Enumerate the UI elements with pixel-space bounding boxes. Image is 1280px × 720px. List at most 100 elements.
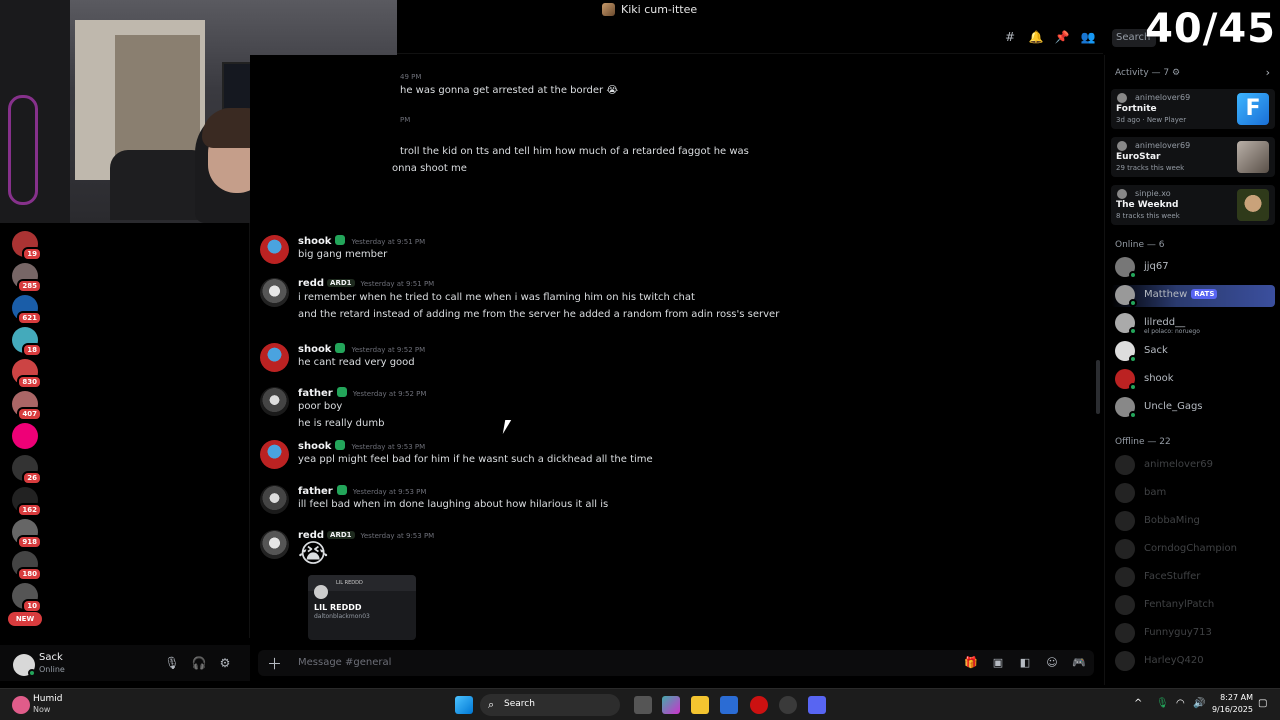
server-icon[interactable]: 162: [12, 487, 42, 517]
user-avatar-icon: [1117, 141, 1127, 151]
avatar[interactable]: [260, 343, 289, 372]
volume-icon[interactable]: 🔊: [1193, 698, 1205, 709]
chevron-right-icon[interactable]: ›: [1266, 66, 1270, 79]
message-author[interactable]: father: [298, 388, 333, 399]
offline-header: Offline — 22: [1115, 437, 1171, 447]
steam-icon[interactable]: [779, 696, 797, 714]
server-icon[interactable]: 26: [12, 455, 42, 485]
activity-card[interactable]: sinpie.xo The Weeknd 8 tracks this week: [1111, 185, 1275, 225]
member-name: FaceStuffer: [1144, 571, 1201, 582]
server-icon[interactable]: 285: [12, 263, 42, 293]
scrollbar[interactable]: [1096, 360, 1100, 414]
avatar: [1115, 623, 1135, 643]
member-name: FentanylPatch: [1144, 599, 1215, 610]
server-icon[interactable]: 10: [12, 583, 42, 613]
avatar[interactable]: [260, 235, 289, 264]
image-attachment[interactable]: LIL REDDD LIL REDDD daltonblackmon03: [308, 575, 416, 640]
message-author[interactable]: redd: [298, 278, 324, 289]
store-icon[interactable]: [720, 696, 738, 714]
server-icon[interactable]: [12, 423, 38, 449]
member-item[interactable]: shook: [1115, 369, 1275, 391]
gif-icon[interactable]: ▣: [991, 656, 1005, 670]
new-pill[interactable]: NEW: [8, 612, 42, 626]
server-icon[interactable]: 830: [12, 359, 42, 389]
server-icon[interactable]: 621: [12, 295, 42, 325]
member-item[interactable]: CorndogChampion: [1115, 539, 1275, 561]
threads-icon[interactable]: #: [1003, 30, 1017, 44]
gear-icon[interactable]: ⚙: [217, 656, 233, 672]
member-name: CorndogChampion: [1144, 543, 1237, 554]
member-item[interactable]: lilredd__ el polaco: noruego: [1115, 313, 1275, 335]
member-item[interactable]: bam: [1115, 483, 1275, 505]
avatar: [314, 585, 328, 599]
activity-card[interactable]: animelover69 EuroStar 29 tracks this week: [1111, 137, 1275, 177]
taskbar-search[interactable]: ⌕ Search: [480, 694, 620, 716]
message-text: onna shoot me: [392, 163, 467, 174]
notifications-icon[interactable]: ▢: [1258, 698, 1267, 709]
pin-icon[interactable]: 📌: [1055, 30, 1070, 44]
wifi-icon[interactable]: ◠: [1176, 698, 1185, 709]
message-author[interactable]: shook: [298, 236, 331, 247]
avatar: [1115, 257, 1137, 279]
message-author[interactable]: shook: [298, 344, 331, 355]
activity-card[interactable]: animelover69 Fortnite 3d ago · New Player F: [1111, 89, 1275, 129]
opera-icon[interactable]: [750, 696, 768, 714]
member-name: bam: [1144, 487, 1167, 498]
weather-icon[interactable]: [12, 696, 30, 714]
member-name: Funnyguy713: [1144, 627, 1212, 638]
tray-mic-icon[interactable]: 🎙: [1156, 698, 1169, 709]
emoji-icon[interactable]: ☺: [1045, 656, 1059, 670]
server-icon[interactable]: 18: [12, 327, 42, 357]
gear-icon[interactable]: ⚙: [1172, 68, 1180, 78]
avatar[interactable]: [260, 530, 289, 559]
activity-user: animelover69: [1135, 141, 1191, 150]
message-author[interactable]: shook: [298, 441, 331, 452]
member-item[interactable]: Uncle_Gags: [1115, 397, 1275, 419]
bell-icon[interactable]: 🔔: [1029, 30, 1044, 44]
member-item[interactable]: FaceStuffer: [1115, 567, 1275, 589]
add-attachment-icon[interactable]: ＋: [267, 653, 282, 674]
headphones-icon[interactable]: 🎧: [191, 656, 207, 672]
member-item[interactable]: jjq67: [1115, 257, 1275, 279]
member-item[interactable]: BobbaMing: [1115, 511, 1275, 533]
message-input[interactable]: Message #general: [298, 657, 391, 668]
discord-icon[interactable]: [808, 696, 826, 714]
microphone-icon[interactable]: 🎙: [164, 656, 180, 672]
server-icon[interactable]: 407: [12, 391, 42, 421]
copilot-icon[interactable]: [662, 696, 680, 714]
gift-icon[interactable]: 🎁: [964, 656, 978, 670]
tray-chevron-icon[interactable]: ^: [1134, 698, 1142, 709]
chat-header: [397, 22, 1103, 54]
start-button[interactable]: [455, 696, 473, 714]
member-item[interactable]: animelover69: [1115, 455, 1275, 477]
avatar[interactable]: [260, 387, 289, 416]
online-status-dot: [1129, 355, 1137, 363]
clock-date[interactable]: 9/16/2025: [1207, 705, 1253, 714]
task-view-icon[interactable]: [634, 696, 652, 714]
avatar[interactable]: [260, 278, 289, 307]
member-item[interactable]: HarleyQ420: [1115, 651, 1275, 673]
attachment-title: LIL REDDD: [314, 603, 362, 612]
mention-badge: 180: [17, 567, 42, 581]
member-item[interactable]: Matthew RATS: [1111, 285, 1275, 307]
file-explorer-icon[interactable]: [691, 696, 709, 714]
member-item[interactable]: FentanylPatch: [1115, 595, 1275, 617]
server-icon[interactable]: 19: [12, 231, 42, 261]
avatar[interactable]: [260, 440, 289, 469]
members-icon[interactable]: 👥: [1081, 30, 1096, 44]
member-item[interactable]: Sack: [1115, 341, 1275, 363]
member-name-text: lilredd__: [1144, 317, 1186, 328]
avatar[interactable]: [13, 654, 36, 677]
clock-time[interactable]: 8:27 AM: [1217, 693, 1253, 702]
stream-counter: 40/45: [1145, 6, 1276, 52]
message-text: yea ppl might feel bad for him if he was…: [298, 454, 653, 465]
member-item[interactable]: Funnyguy713: [1115, 623, 1275, 645]
message-composer[interactable]: ＋ Message #general 🎁 ▣ ◧ ☺ 🎮: [258, 650, 1094, 676]
message-timestamp: Yesterday at 9:51 PM: [351, 238, 426, 246]
server-icon[interactable]: 918: [12, 519, 42, 549]
server-icon[interactable]: 180: [12, 551, 42, 581]
sticker-icon[interactable]: ◧: [1018, 656, 1032, 670]
message-author[interactable]: father: [298, 486, 333, 497]
apps-icon[interactable]: 🎮: [1072, 656, 1086, 670]
avatar[interactable]: [260, 485, 289, 514]
